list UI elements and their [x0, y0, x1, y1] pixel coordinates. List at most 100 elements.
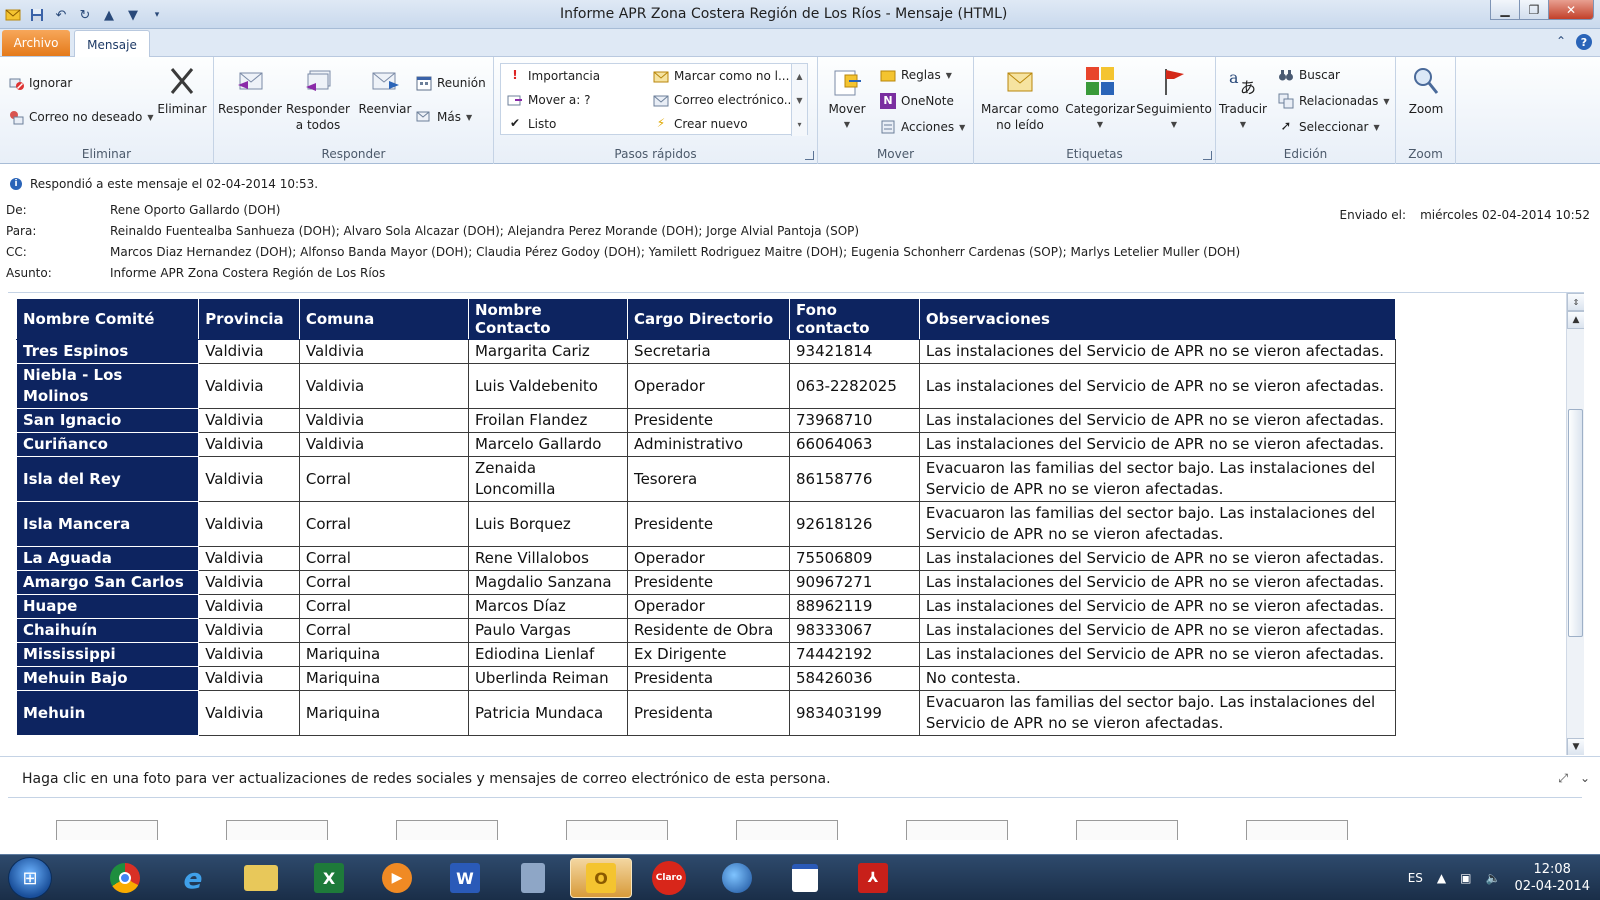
move-label: Mover — [828, 102, 866, 116]
word-icon[interactable]: W — [434, 858, 496, 898]
person-photo[interactable] — [1246, 820, 1348, 840]
delete-button[interactable]: Eliminar — [156, 65, 208, 117]
scroll-up-icon[interactable]: ▲ — [1567, 311, 1584, 329]
clock[interactable]: 12:08 02-04-2014 — [1514, 861, 1590, 895]
reply-all-button[interactable]: Responder a todos — [284, 65, 352, 133]
table-cell: Valdivia — [298, 363, 469, 409]
internet-explorer-icon[interactable]: e — [162, 858, 224, 898]
close-button[interactable]: ✕ — [1548, 0, 1594, 20]
file-explorer-icon[interactable] — [230, 858, 292, 898]
reply-button[interactable]: Responder — [218, 65, 282, 117]
chrome-icon[interactable] — [94, 858, 156, 898]
column-header: Fono contacto — [789, 298, 920, 340]
language-indicator[interactable]: ES — [1408, 871, 1423, 885]
table-cell: 75506809 — [789, 546, 920, 571]
vertical-scrollbar[interactable]: ⇕ ▲ ▼ — [1566, 293, 1584, 755]
quickstep-crear-nuevo[interactable]: ⚡ Crear nuevo — [653, 116, 748, 132]
excel-icon[interactable]: X — [298, 858, 360, 898]
next-item-icon[interactable]: ▼ — [124, 6, 142, 24]
quickstep-mover-a[interactable]: Mover a: ? — [507, 92, 591, 108]
google-earth-icon[interactable] — [706, 858, 768, 898]
expand-gallery-icon[interactable]: ▾ — [797, 120, 801, 129]
outlook-taskbar-icon[interactable]: O — [570, 858, 632, 898]
cc-value[interactable]: Marcos Diaz Hernandez (DOH); Alfonso Ban… — [110, 245, 1240, 259]
more-button[interactable]: Más ▼ — [416, 109, 472, 125]
tab-archivo[interactable]: Archivo — [2, 30, 70, 56]
committee-name-cell: Huape — [15, 594, 200, 619]
select-button[interactable]: ➚ Seleccionar ▼ — [1278, 119, 1380, 135]
person-photo[interactable] — [566, 820, 668, 840]
group-eliminar: Ignorar Correo no deseado ▼ Eliminar Eli… — [0, 57, 214, 164]
tab-mensaje[interactable]: Mensaje — [74, 30, 150, 58]
follow-up-button[interactable]: Seguimiento ▼ — [1136, 65, 1212, 133]
actions-button[interactable]: Acciones ▼ — [880, 119, 965, 135]
info-bar[interactable]: i Respondió a este mensaje el 02-04-2014… — [10, 177, 318, 191]
scroll-thumb[interactable] — [1568, 409, 1583, 637]
media-player-icon[interactable]: ▶ — [366, 858, 428, 898]
person-photo[interactable] — [736, 820, 838, 840]
to-value[interactable]: Reinaldo Fuentealba Sanhueza (DOH); Alva… — [110, 224, 859, 238]
meeting-button[interactable]: Reunión — [416, 75, 486, 91]
categorize-button[interactable]: Categorizar ▼ — [1065, 65, 1135, 133]
maximize-button[interactable]: ❐ — [1519, 0, 1549, 20]
undo-icon[interactable]: ↶ — [52, 6, 70, 24]
show-hidden-icons-icon[interactable]: ▲ — [1437, 871, 1446, 885]
translate-label: Traducir — [1219, 102, 1267, 116]
table-cell: Valdivia — [298, 339, 469, 364]
calculator-icon[interactable] — [502, 858, 564, 898]
dialog-launcher-icon[interactable] — [805, 151, 814, 160]
calendar-icon[interactable] — [774, 858, 836, 898]
chevron-down-icon: ▼ — [1239, 120, 1247, 129]
save-icon[interactable] — [28, 6, 46, 24]
network-icon[interactable]: ▣ — [1460, 871, 1471, 885]
table-row: Mississippi Valdivia Mariquina Ediodina Lie… — [15, 642, 1397, 667]
customize-qat-icon[interactable]: ▾ — [148, 6, 166, 24]
table-cell: Corral — [298, 501, 469, 547]
chevron-down-icon[interactable]: ⌄ — [1580, 771, 1590, 786]
expand-icon[interactable]: ⤢ — [1558, 771, 1568, 786]
related-label: Relacionadas — [1299, 94, 1379, 108]
zoom-button[interactable]: Zoom — [1400, 65, 1452, 117]
from-value[interactable]: Rene Oporto Gallardo (DOH) — [110, 203, 280, 217]
person-photo[interactable] — [1076, 820, 1178, 840]
zoom-label: Zoom — [1408, 102, 1444, 116]
split-icon[interactable]: ⇕ — [1567, 293, 1584, 311]
quickstep-marcar-como[interactable]: Marcar como no l... — [653, 68, 789, 84]
to-label: Para: — [6, 224, 37, 238]
scroll-up-icon[interactable]: ▲ — [796, 72, 802, 81]
related-button[interactable]: Relacionadas ▼ — [1278, 93, 1389, 109]
person-photo[interactable] — [56, 820, 158, 840]
onenote-button[interactable]: N OneNote — [880, 93, 954, 109]
help-icon[interactable]: ? — [1576, 34, 1592, 50]
quickstep-listo[interactable]: ✔ Listo — [507, 116, 556, 132]
scroll-down-icon[interactable]: ▼ — [1567, 738, 1584, 755]
find-button[interactable]: Buscar — [1278, 67, 1340, 83]
volume-icon[interactable]: 🔈 — [1485, 871, 1500, 885]
redo-icon[interactable]: ↻ — [76, 6, 94, 24]
acrobat-icon[interactable]: ⅄ — [842, 858, 904, 898]
minimize-button[interactable]: ▁ — [1490, 0, 1520, 20]
previous-item-icon[interactable]: ▲ — [100, 6, 118, 24]
start-button[interactable]: ⊞ — [8, 857, 52, 899]
quick-steps-scrollbar[interactable]: ▲ ▼ ▾ — [791, 64, 807, 136]
junk-mail-button[interactable]: Correo no deseado ▼ — [8, 109, 154, 125]
table-cell: Patricia Mundaca — [467, 690, 628, 736]
forward-button[interactable]: Reenviar — [356, 65, 414, 117]
ignore-button[interactable]: Ignorar — [8, 75, 72, 91]
committee-name-cell: San Ignacio — [15, 408, 200, 433]
sent-date: Enviado el: miércoles 02-04-2014 10:52 — [1340, 208, 1590, 222]
person-photo[interactable] — [396, 820, 498, 840]
translate-button[interactable]: aあ Traducir ▼ — [1218, 65, 1268, 133]
dialog-launcher-icon[interactable] — [1203, 151, 1212, 160]
claro-icon[interactable]: Claro — [638, 858, 700, 898]
quickstep-correo-electronico[interactable]: Correo electrónico... — [653, 92, 795, 108]
quickstep-importancia[interactable]: ! Importancia — [507, 68, 600, 84]
person-photo[interactable] — [226, 820, 328, 840]
move-button[interactable]: Mover ▼ — [824, 65, 870, 133]
scroll-down-icon[interactable]: ▼ — [796, 96, 802, 105]
rules-button[interactable]: Reglas ▼ — [880, 67, 952, 83]
mark-unread-button[interactable]: Marcar como no leído — [978, 65, 1062, 133]
person-photo[interactable] — [906, 820, 1008, 840]
rules-label: Reglas — [901, 68, 941, 82]
minimize-ribbon-icon[interactable]: ⌃ — [1556, 34, 1566, 50]
